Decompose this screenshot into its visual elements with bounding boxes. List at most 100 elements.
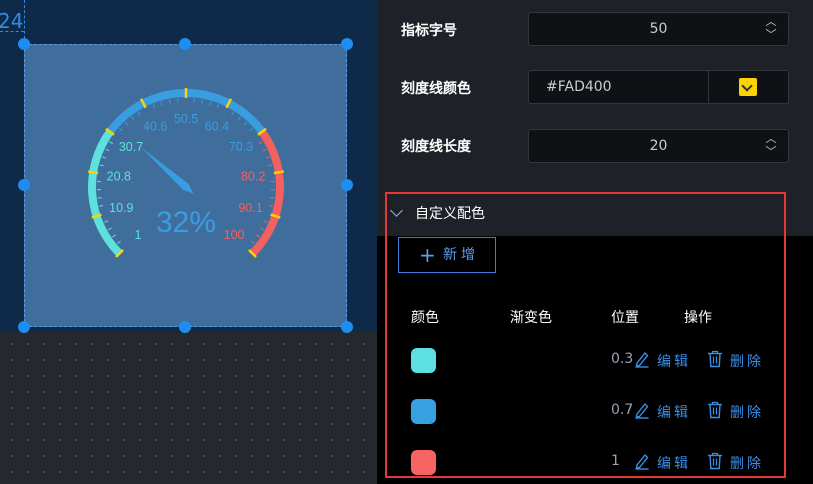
resize-handle-top[interactable] <box>179 38 191 50</box>
gauge-tick-label: 80.2 <box>241 169 265 183</box>
gauge-tick-label: 40.6 <box>143 119 167 133</box>
gauge-minor-tick <box>270 197 275 199</box>
chevron-down-icon[interactable] <box>390 204 403 217</box>
custom-colors-header[interactable]: 自定义配色 <box>377 190 813 236</box>
gauge-minor-tick <box>231 111 235 116</box>
column-header-position: 位置 <box>611 310 639 326</box>
font-size-value: 50 <box>649 21 668 37</box>
gauge-minor-tick <box>263 220 268 223</box>
gauge-minor-tick <box>237 116 241 121</box>
gauge-minor-tick <box>105 148 110 152</box>
gauge-major-tick <box>273 170 284 175</box>
resize-handle-bottom-right[interactable] <box>341 321 353 333</box>
ruler-coordinate: 24 <box>0 9 24 33</box>
custom-colors-section: 自定义配色 + 新增 颜色 渐变色 位置 操作 0.3 编辑 删除 0.7 编辑 删除 1 编… <box>377 190 813 484</box>
delete-link[interactable]: 删除 <box>730 351 764 371</box>
gauge-minor-tick <box>262 148 267 152</box>
tick-length-value: 20 <box>649 138 668 154</box>
gauge-widget[interactable]: 1 10.9 20.8 30.7 40.6 50.5 60.4 70.3 80.2 90.1 100… <box>24 44 347 327</box>
tick-length-stepper[interactable]: ︿ ﹀ <box>764 133 778 159</box>
gauge-tick-label: 20.8 <box>107 169 131 183</box>
tick-color-label: 刻度线颜色 <box>401 81 471 97</box>
gauge-minor-tick <box>160 101 163 106</box>
pencil-icon[interactable] <box>634 401 650 419</box>
gauge-major-tick <box>88 170 99 175</box>
delete-link[interactable]: 删除 <box>730 453 764 473</box>
gauge-minor-tick <box>260 227 265 231</box>
edit-link[interactable]: 编辑 <box>657 351 691 371</box>
gauge-minor-tick <box>137 111 141 116</box>
properties-panel: 指标字号 50 ︿ ﹀ 刻度线颜色 #FAD400 刻度线长度 20 ︿ ﹀ 自… <box>377 0 813 484</box>
gauge-minor-tick <box>251 240 255 245</box>
resize-handle-right[interactable] <box>341 179 353 191</box>
trash-icon[interactable] <box>707 401 723 419</box>
gauge-minor-tick <box>265 156 270 159</box>
chevron-down-icon[interactable]: ﹀ <box>764 29 778 42</box>
trash-icon[interactable] <box>707 350 723 368</box>
tick-length-input[interactable]: 20 ︿ ﹀ <box>528 129 789 163</box>
chevron-down-icon[interactable]: ﹀ <box>764 146 778 159</box>
add-button-label: 新增 <box>443 247 479 263</box>
gauge-minor-tick <box>216 104 220 109</box>
gauge-minor-tick <box>118 127 123 132</box>
guide-line-horizontal <box>0 31 24 32</box>
resize-handle-top-left[interactable] <box>18 38 30 50</box>
color-swatch[interactable] <box>411 450 436 475</box>
color-picker-button[interactable] <box>739 78 757 96</box>
tick-length-label: 刻度线长度 <box>401 139 471 155</box>
section-title: 自定义配色 <box>415 206 485 222</box>
color-swatch[interactable] <box>411 399 436 424</box>
gauge-tick-label: 30.7 <box>119 140 143 154</box>
table-row: 0.7 编辑 删除 <box>377 391 813 431</box>
gauge-minor-tick <box>209 101 212 106</box>
edit-link[interactable]: 编辑 <box>657 402 691 422</box>
pencil-icon[interactable] <box>634 350 650 368</box>
gauge-minor-tick <box>201 99 204 104</box>
gauge-value-label: 32% <box>156 206 216 239</box>
font-size-label: 指标字号 <box>401 23 457 39</box>
delete-link[interactable]: 删除 <box>730 402 764 422</box>
tick-color-value: #FAD400 <box>546 79 612 95</box>
gauge-minor-tick <box>256 234 260 238</box>
editor-canvas[interactable]: 24 1 10.9 20.8 30.7 40.6 50.5 60.4 70.3 80.2 90.1… <box>0 0 377 484</box>
gauge-minor-tick <box>124 121 129 126</box>
gauge-tick-label: 100 <box>224 228 245 242</box>
column-header-gradient: 渐变色 <box>510 310 552 326</box>
resize-handle-bottom-left[interactable] <box>18 321 30 333</box>
resize-handle-left[interactable] <box>18 179 30 191</box>
gauge-minor-tick <box>152 104 156 109</box>
color-swatch[interactable] <box>411 348 436 373</box>
gauge-pointer <box>141 147 194 194</box>
gauge-minor-tick <box>104 220 109 223</box>
add-color-button[interactable]: + 新增 <box>398 237 496 273</box>
gauge-minor-tick <box>107 227 112 231</box>
gauge-minor-tick <box>102 156 107 159</box>
font-size-stepper[interactable]: ︿ ﹀ <box>764 16 778 42</box>
gauge-tick-label: 60.4 <box>205 119 229 133</box>
column-header-actions: 操作 <box>684 310 712 326</box>
tick-color-input[interactable]: #FAD400 <box>528 70 789 104</box>
gauge-minor-tick <box>268 164 273 167</box>
gauge-minor-tick <box>268 205 273 207</box>
plus-icon: + <box>419 243 436 267</box>
font-size-input[interactable]: 50 ︿ ﹀ <box>528 12 789 46</box>
gauge-tick-label: 50.5 <box>174 112 198 126</box>
gauge-minor-tick <box>168 99 171 104</box>
gauge-minor-tick <box>117 240 121 245</box>
position-value: 1 <box>611 453 620 469</box>
trash-icon[interactable] <box>707 452 723 470</box>
gauge-tick-label: 90.1 <box>238 201 262 215</box>
gauge-minor-tick <box>112 234 116 238</box>
column-header-color: 颜色 <box>411 310 439 326</box>
divider <box>708 71 709 103</box>
pencil-icon[interactable] <box>634 452 650 470</box>
canvas-grid-area <box>0 332 377 484</box>
gauge-minor-tick <box>249 127 254 132</box>
resize-handle-top-right[interactable] <box>341 38 353 50</box>
edit-link[interactable]: 编辑 <box>657 453 691 473</box>
gauge-chart: 110.9 20.8 30.740.6 50.5 60.470.3 80.2 90.1 100… <box>88 88 284 258</box>
gauge-tick-label: 70.3 <box>229 140 253 154</box>
position-value: 0.7 <box>611 402 634 418</box>
resize-handle-bottom[interactable] <box>179 321 191 333</box>
table-row: 0.3 编辑 删除 <box>377 340 813 380</box>
